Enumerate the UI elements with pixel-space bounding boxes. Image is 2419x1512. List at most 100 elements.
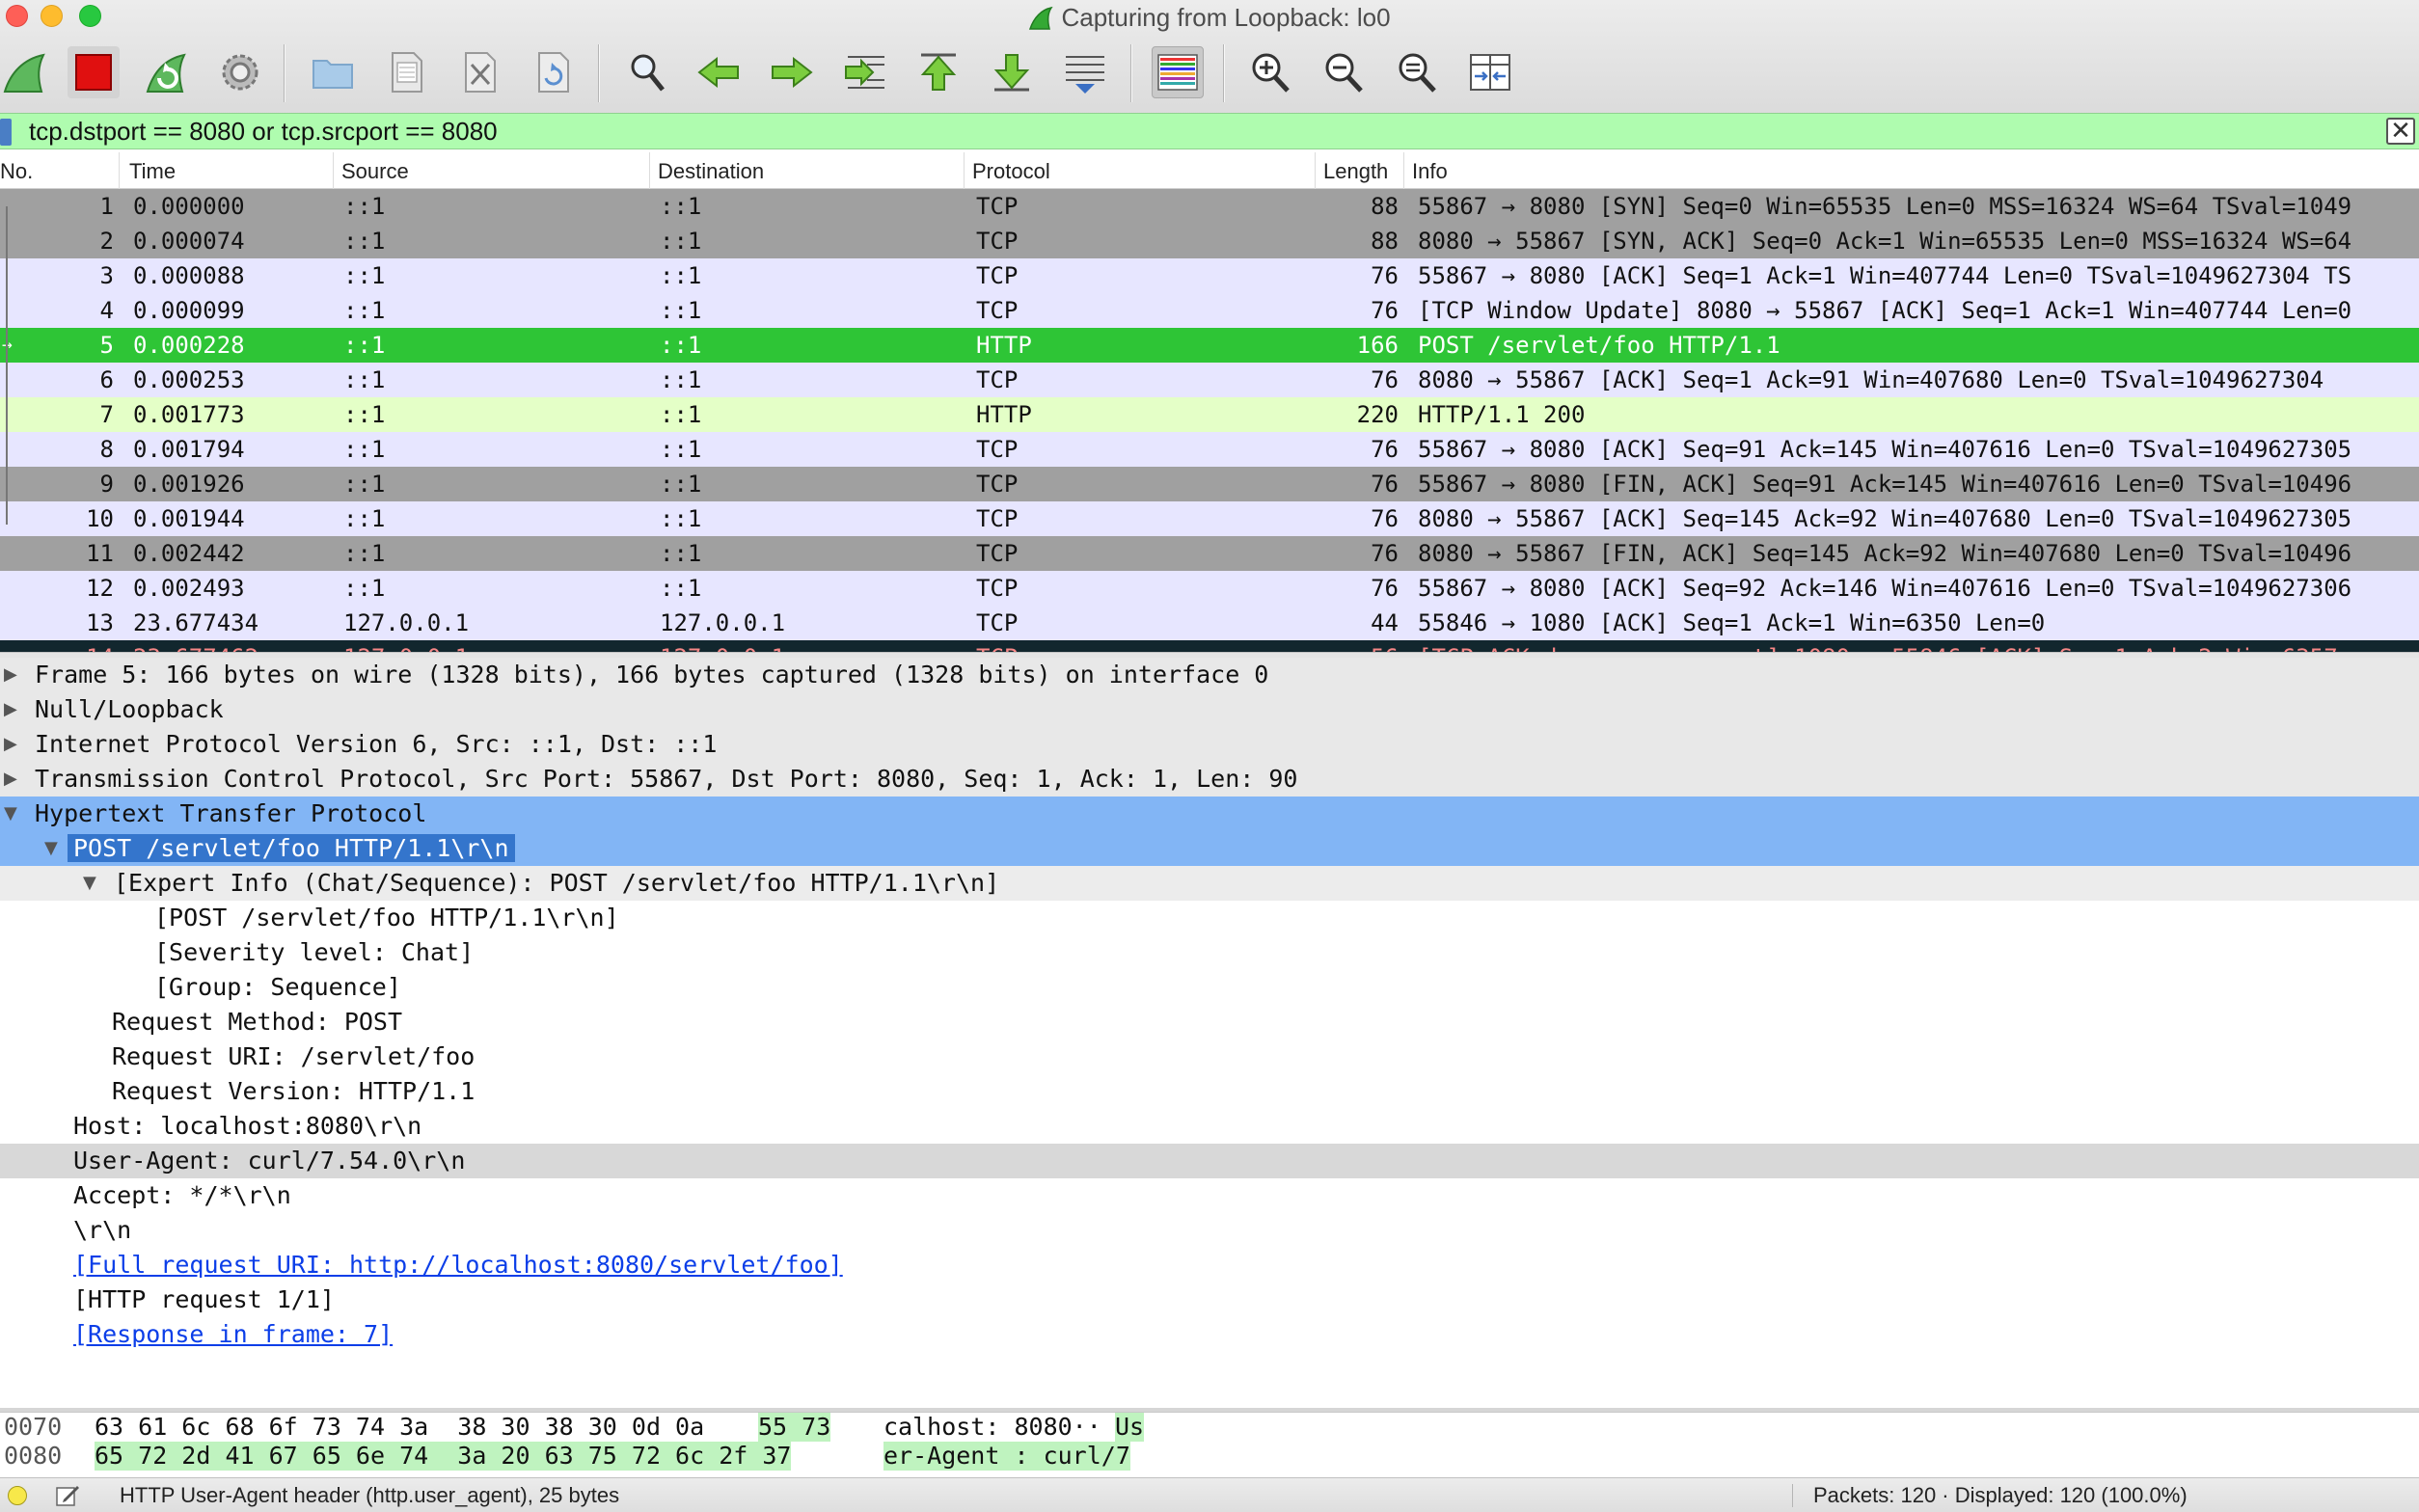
packet-time: 23.677434 <box>133 609 259 636</box>
packet-destination: ::1 <box>660 262 702 289</box>
go-first-packet-button[interactable] <box>912 46 965 98</box>
packet-row[interactable]: 8 0.001794::1::1 TCP 76 55867 → 8080 [ACK] S… <box>0 432 2419 467</box>
tree-leaf[interactable]: [POST /servlet/foo HTTP/1.1\r\n] <box>0 901 2419 935</box>
column-header-no[interactable]: No. <box>0 152 120 189</box>
column-header-info[interactable]: Info <box>1404 152 2419 189</box>
capture-comment-icon[interactable] <box>54 1482 81 1509</box>
tree-leaf[interactable]: \r\n <box>0 1213 2419 1248</box>
hex-bytes-highlight[interactable]: 65 72 2d 41 67 65 6e 74 3a 20 63 75 72 6… <box>95 1442 792 1471</box>
column-header-destination[interactable]: Destination <box>650 152 965 189</box>
resize-columns-icon <box>1470 54 1510 91</box>
packet-time: 0.001944 <box>133 505 245 532</box>
save-file-button[interactable] <box>380 46 432 98</box>
tree-node[interactable]: ▶ Frame 5: 166 bytes on wire (1328 bits),… <box>0 658 2419 692</box>
display-filter-input[interactable] <box>29 114 2344 148</box>
packet-row[interactable]: 4 0.000099::1::1 TCP 76 [TCP Window Update] … <box>0 293 2419 328</box>
tree-leaf[interactable]: Request Method: POST <box>0 1005 2419 1040</box>
collapsed-triangle-icon[interactable]: ▶ <box>4 762 17 796</box>
tree-node[interactable]: ▼ Hypertext Transfer Protocol <box>0 796 2419 831</box>
resize-columns-button[interactable] <box>1464 46 1516 98</box>
expanded-triangle-icon[interactable]: ▼ <box>4 796 17 831</box>
go-forward-button[interactable] <box>766 46 818 98</box>
packet-info: 55846 → 1080 [ACK] Seq=1 Ack=1 Win=6350 … <box>1418 609 2046 636</box>
tree-leaf[interactable]: Request Version: HTTP/1.1 <box>0 1074 2419 1109</box>
title-bar: Capturing from Loopback: lo0 <box>0 0 2419 129</box>
tree-leaf[interactable]: User-Agent: curl/7.54.0\r\n <box>0 1144 2419 1178</box>
find-packet-button[interactable] <box>621 46 673 98</box>
packet-protocol: TCP <box>976 609 1019 636</box>
colorize-packet-list-button[interactable] <box>1152 46 1204 98</box>
packet-details-tree: ▶ Frame 5: 166 bytes on wire (1328 bits),… <box>0 658 2419 1410</box>
close-file-button[interactable] <box>453 46 505 98</box>
tree-leaf[interactable]: [Response in frame: 7] <box>0 1317 2419 1352</box>
packet-row[interactable]: 11 0.002442::1::1 TCP 76 8080 → 55867 [FIN, … <box>0 536 2419 571</box>
tree-label: Null/Loopback <box>35 695 224 723</box>
tree-leaf[interactable]: [HTTP request 1/1] <box>0 1282 2419 1317</box>
shark-fin-icon <box>1029 6 1054 30</box>
packet-no: 8 <box>99 436 114 463</box>
hex-ascii[interactable]: calhost: 8080·· <box>883 1413 1101 1442</box>
packet-row[interactable]: 12 0.002493::1::1 TCP 76 55867 → 8080 [ACK] … <box>0 571 2419 606</box>
column-header-time[interactable]: Time <box>122 152 334 189</box>
column-header-protocol[interactable]: Protocol <box>965 152 1316 189</box>
hex-ascii-highlight[interactable]: Us <box>1115 1413 1145 1442</box>
column-header-source[interactable]: Source <box>334 152 650 189</box>
collapsed-triangle-icon[interactable]: ▶ <box>4 658 17 692</box>
hex-bytes[interactable]: 63 61 6c 68 6f 73 74 3a 38 30 38 30 0d 0… <box>95 1413 704 1442</box>
normal-size-button[interactable] <box>1391 46 1443 98</box>
packet-row[interactable]: 3 0.000088::1::1 TCP 76 55867 → 8080 [ACK] S… <box>0 258 2419 293</box>
go-to-packet-button[interactable] <box>839 46 891 98</box>
tree-node[interactable]: ▶ Transmission Control Protocol, Src Port… <box>0 762 2419 796</box>
packet-length: 76 <box>1371 505 1399 532</box>
clear-filter-button[interactable]: ✕ <box>2386 118 2415 145</box>
packet-row[interactable]: 1 0.000000::1::1 TCP 88 55867 → 8080 [SYN] S… <box>0 189 2419 224</box>
packet-info: 55867 → 8080 [ACK] Seq=92 Ack=146 Win=40… <box>1418 575 2352 602</box>
tree-node[interactable]: ▼ POST /servlet/foo HTTP/1.1\r\n <box>0 831 2419 866</box>
packet-source: ::1 <box>343 262 386 289</box>
packet-length: 76 <box>1371 540 1399 567</box>
go-back-button[interactable] <box>693 46 745 98</box>
collapsed-triangle-icon[interactable]: ▶ <box>4 727 17 762</box>
packet-info: 55867 → 8080 [SYN] Seq=0 Win=65535 Len=0… <box>1418 193 2352 220</box>
hex-ascii-highlight[interactable]: er-Agent : curl/7 <box>883 1442 1130 1471</box>
expanded-triangle-icon[interactable]: ▼ <box>44 831 58 866</box>
zoom-in-button[interactable] <box>1244 46 1296 98</box>
packet-row[interactable]: 13 23.677434 127.0.0.1 127.0.0.1 TCP 44 55846 … <box>0 606 2419 640</box>
tree-leaf[interactable]: Request URI: /servlet/foo <box>0 1040 2419 1074</box>
restart-capture-button[interactable] <box>141 46 193 98</box>
reload-file-button[interactable] <box>527 46 579 98</box>
tree-leaf[interactable]: [Group: Sequence] <box>0 970 2419 1005</box>
packet-row[interactable]: 7 0.001773::1::1 HTTP 220 HTTP/1.1 200 <box>0 397 2419 432</box>
tree-node[interactable]: ▶ Internet Protocol Version 6, Src: ::1, … <box>0 727 2419 762</box>
tree-link[interactable]: [Response in frame: 7] <box>73 1320 393 1348</box>
packet-row[interactable]: 10 0.001944::1::1 TCP 76 8080 → 55867 [ACK] … <box>0 501 2419 536</box>
packet-row[interactable]: 5 0.000228::1::1 HTTP 166 POST /servlet/foo … <box>0 328 2419 363</box>
packet-row[interactable]: 2 0.000074::1::1 TCP 88 8080 → 55867 [SYN, A… <box>0 224 2419 258</box>
filter-bookmark-icon[interactable] <box>0 119 12 146</box>
expanded-triangle-icon[interactable]: ▼ <box>83 866 96 901</box>
tree-node[interactable]: ▶ Null/Loopback <box>0 692 2419 727</box>
capture-options-button[interactable] <box>214 46 266 98</box>
packet-list-header: No. Time Source Destination Protocol Len… <box>0 152 2419 189</box>
go-last-packet-button[interactable] <box>986 46 1038 98</box>
start-capture-button[interactable] <box>0 46 52 98</box>
column-header-length[interactable]: Length <box>1316 152 1404 189</box>
packet-row[interactable]: 9 0.001926::1::1 TCP 76 55867 → 8080 [FIN, A… <box>0 467 2419 501</box>
packet-row[interactable]: 6 0.000253::1::1 TCP 76 8080 → 55867 [ACK] S… <box>0 363 2419 397</box>
open-file-button[interactable] <box>307 46 359 98</box>
tree-leaf[interactable]: Accept: */*\r\n <box>0 1178 2419 1213</box>
hex-bytes-highlight[interactable]: 55 73 <box>758 1413 831 1442</box>
zoom-out-button[interactable] <box>1318 46 1370 98</box>
packet-length: 44 <box>1371 609 1399 636</box>
tree-leaf[interactable]: Host: localhost:8080\r\n <box>0 1109 2419 1144</box>
collapsed-triangle-icon[interactable]: ▶ <box>4 692 17 727</box>
expert-info-icon[interactable] <box>8 1486 27 1505</box>
tree-link[interactable]: [Full request URI: http://localhost:8080… <box>73 1251 843 1279</box>
tree-leaf[interactable]: [Full request URI: http://localhost:8080… <box>0 1248 2419 1282</box>
stop-capture-button[interactable] <box>68 46 120 98</box>
tree-node[interactable]: ▼ [Expert Info (Chat/Sequence): POST /ser… <box>0 866 2419 901</box>
autoscroll-button[interactable] <box>1059 46 1111 98</box>
zoom-out-icon <box>1325 53 1363 93</box>
tree-leaf[interactable]: [Severity level: Chat] <box>0 935 2419 970</box>
window-title-text: Capturing from Loopback: lo0 <box>1061 3 1391 32</box>
